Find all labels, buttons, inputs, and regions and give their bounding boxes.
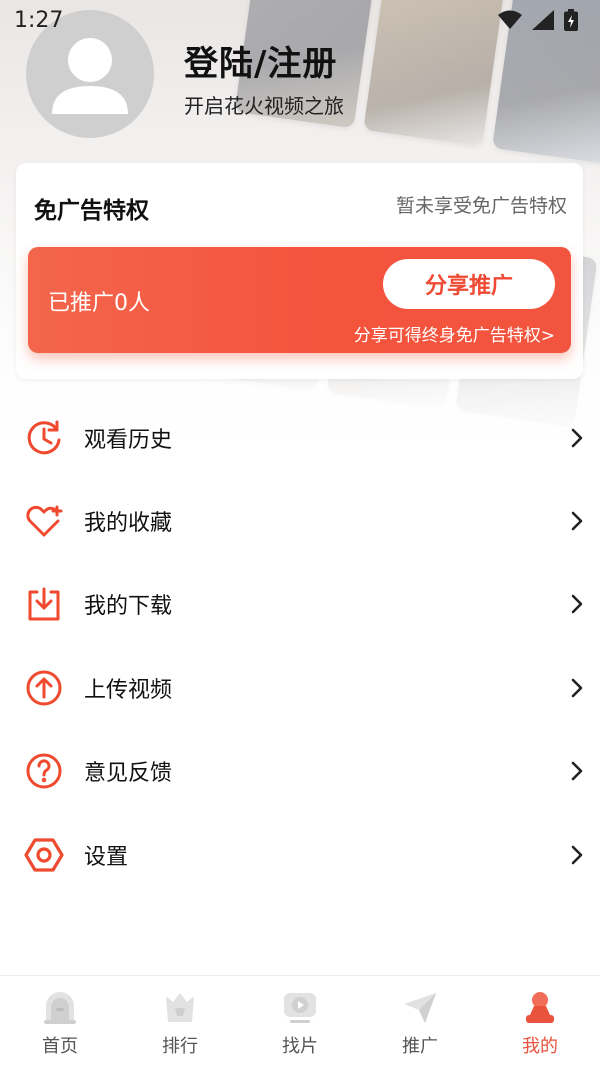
tab-label: 首页 (42, 1036, 78, 1057)
menu-item-downloads[interactable]: 我的下载 (0, 563, 600, 646)
tab-label: 我的 (522, 1036, 558, 1057)
promotion-count: 已推广0人 (48, 291, 150, 316)
chevron-right-icon (571, 678, 583, 698)
cellular-signal-icon (532, 10, 554, 30)
login-subtitle: 开启花火视频之旅 (184, 94, 344, 118)
help-question-icon (24, 751, 64, 791)
login-register-link[interactable]: 登陆/注册 (184, 36, 337, 85)
promotion-box: 已推广0人 分享推广 分享可得终身免广告特权> (28, 247, 571, 353)
tab-label: 推广 (402, 1036, 438, 1057)
status-icons (498, 9, 578, 31)
privilege-title: 免广告特权 (34, 198, 149, 224)
share-promote-button[interactable]: 分享推广 (383, 259, 555, 309)
menu-item-settings[interactable]: 设置 (0, 813, 600, 896)
ranking-crown-icon (166, 993, 194, 1022)
chevron-right-icon (571, 845, 583, 864)
menu-label: 我的收藏 (84, 511, 173, 537)
status-bar: 1:27 (0, 0, 600, 40)
settings-hexagon-icon (24, 835, 64, 875)
privilege-status: 暂未享受免广告特权 (395, 195, 567, 217)
favorite-heart-icon (24, 501, 64, 541)
chevron-right-icon (571, 761, 583, 781)
ad-free-privilege-card: 免广告特权 暂未享受免广告特权 已推广0人 分享推广 分享可得终身免广告特权> (16, 163, 583, 379)
download-icon (24, 584, 64, 624)
menu-item-favorites[interactable]: 我的收藏 (0, 479, 600, 562)
tab-home[interactable]: 首页 (0, 976, 120, 1066)
chevron-right-icon (571, 595, 583, 614)
home-icon (44, 992, 76, 1024)
tab-find-video[interactable]: 找片 (240, 976, 360, 1066)
battery-icon (564, 9, 578, 31)
menu-label: 上传视频 (84, 677, 173, 703)
upload-icon (24, 668, 64, 708)
menu-label: 设置 (84, 844, 129, 870)
tab-promote[interactable]: 推广 (360, 976, 480, 1066)
tab-profile[interactable]: 我的 (480, 976, 600, 1066)
chevron-right-icon (571, 428, 583, 447)
menu-item-feedback[interactable]: 意见反馈 (0, 730, 600, 813)
menu-label: 意见反馈 (84, 761, 173, 787)
tab-label: 排行 (162, 1036, 198, 1057)
promote-send-icon (404, 993, 436, 1023)
tab-label: 找片 (282, 1036, 318, 1057)
wifi-icon (498, 10, 522, 29)
chevron-right-icon (571, 511, 583, 531)
menu-item-upload-video[interactable]: 上传视频 (0, 646, 600, 729)
promotion-hint-link[interactable]: 分享可得终身免广告特权> (354, 321, 555, 346)
tab-ranking[interactable]: 排行 (120, 976, 240, 1066)
profile-icon (526, 992, 554, 1023)
menu-item-watch-history[interactable]: 观看历史 (0, 396, 600, 479)
bottom-navigation: 首页 排行 找片 推广 我的 (0, 975, 600, 1066)
menu-label: 观看历史 (84, 427, 173, 453)
menu-label: 我的下载 (84, 594, 173, 620)
history-icon (24, 418, 64, 458)
find-video-icon (284, 993, 316, 1023)
menu-list: 观看历史 我的收藏 我的下载 上传视频 意见反馈 设置 (0, 396, 600, 896)
status-time: 1:27 (14, 7, 64, 33)
